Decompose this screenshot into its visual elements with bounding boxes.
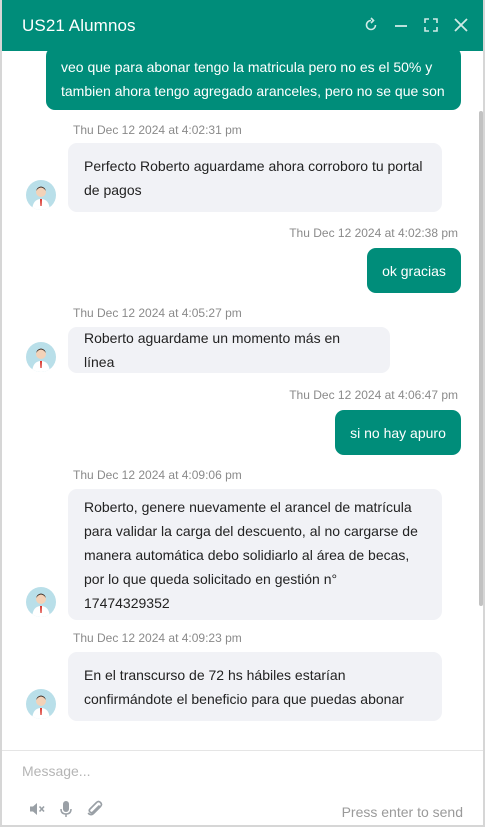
agent-avatar [26, 689, 56, 719]
message-outgoing: si no hay apuro [335, 410, 461, 455]
agent-avatar [26, 342, 56, 372]
chat-header: US21 Alumnos [2, 0, 483, 51]
header-controls [360, 14, 471, 35]
agent-avatar [26, 180, 56, 210]
message-incoming: Roberto, genere nuevamente el arancel de… [68, 489, 442, 620]
message-outgoing: veo que para abonar tengo la matricula p… [46, 51, 461, 110]
message-scrollbar[interactable] [479, 111, 483, 606]
message-timestamp: Thu Dec 12 2024 at 4:09:23 pm [73, 631, 242, 645]
message-input[interactable] [22, 760, 462, 782]
message-line: Perfecto Roberto aguardame ahora corrobo… [84, 157, 423, 174]
refresh-icon[interactable] [360, 14, 381, 35]
message-timestamp: Thu Dec 12 2024 at 4:06:47 pm [289, 388, 458, 402]
message-line: por lo que queda solicitado en gestión n… [84, 570, 338, 587]
message-line: tambien ahora tengo agregado aranceles, … [61, 82, 445, 99]
message-list[interactable]: veo que para abonar tengo la matricula p… [2, 51, 483, 721]
message-timestamp: Thu Dec 12 2024 at 4:05:27 pm [73, 306, 242, 320]
message-line: ok gracias [382, 262, 446, 279]
message-line: Roberto, genere nuevamente el arancel de… [84, 498, 412, 515]
message-line: veo que para abonar tengo la matricula p… [61, 58, 433, 75]
chat-title: US21 Alumnos [22, 15, 136, 35]
message-timestamp: Thu Dec 12 2024 at 4:02:38 pm [289, 226, 458, 240]
message-line: 17474329352 [84, 594, 170, 611]
message-line: para validar la carga del descuento, al … [84, 522, 418, 539]
message-composer: Press enter to send [2, 750, 483, 825]
agent-avatar [26, 587, 56, 617]
message-outgoing: ok gracias [367, 248, 461, 293]
send-hint: Press enter to send [341, 804, 463, 820]
message-line: En el transcurso de 72 hs hábiles estarí… [84, 666, 346, 683]
minimize-icon[interactable] [390, 14, 411, 35]
microphone-icon[interactable] [55, 798, 77, 820]
message-incoming: Perfecto Roberto aguardame ahora corrobo… [68, 143, 442, 212]
message-incoming: En el transcurso de 72 hs hábiles estarí… [68, 652, 442, 721]
attachment-icon[interactable] [84, 798, 106, 820]
message-timestamp: Thu Dec 12 2024 at 4:02:31 pm [73, 123, 242, 137]
chat-widget: US21 Alumnos veo que para abonar tengo l… [0, 0, 485, 827]
message-line: confirmándote el beneficio para que pued… [84, 690, 404, 707]
message-line: manera automática debo solidiarlo al áre… [84, 546, 410, 563]
message-line: de pagos [84, 181, 142, 198]
expand-icon[interactable] [420, 14, 441, 35]
close-icon[interactable] [450, 14, 471, 35]
message-incoming: Roberto aguardame un momento más en líne… [68, 327, 390, 373]
message-timestamp: Thu Dec 12 2024 at 4:09:06 pm [73, 468, 242, 482]
mute-icon[interactable] [26, 798, 48, 820]
message-line: si no hay apuro [350, 424, 446, 441]
message-line: Roberto aguardame un momento más en líne… [84, 330, 341, 370]
